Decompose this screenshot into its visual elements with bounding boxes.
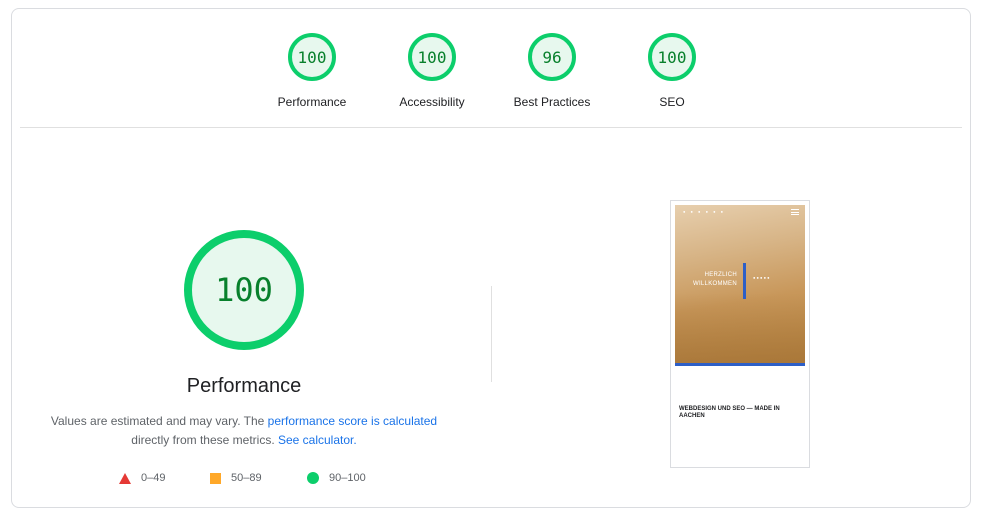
category-label: Accessibility <box>399 95 465 109</box>
see-calculator-link[interactable]: See calculator. <box>278 433 357 447</box>
legend-range: 90–100 <box>329 472 366 484</box>
score-legend: 0–49 50–89 90–100 <box>12 472 472 488</box>
score-gauge: 100 <box>648 33 696 81</box>
hamburger-icon <box>791 209 799 215</box>
circle-icon <box>307 472 319 484</box>
screenshot-heading: WEBDESIGN UND SEO — MADE IN AACHEN <box>679 406 780 419</box>
screenshot-blue-stripe <box>675 363 805 366</box>
category-performance[interactable]: 100 Performance <box>252 33 372 109</box>
category-accessibility[interactable]: 100 Accessibility <box>372 33 492 109</box>
desc-prefix: Values are estimated and may vary. The <box>50 414 268 428</box>
score-gauge: 96 <box>528 33 576 81</box>
dune-graphic <box>675 293 805 363</box>
screenshot-hero-image: ● ● ● ● ● ● HERZLICH WILLKOMMEN ● ● ● ● … <box>675 205 805 363</box>
screenshot-logo: ● ● ● ● ● ● <box>683 209 726 214</box>
category-label: SEO <box>659 95 685 109</box>
screenshot-sublogo: ● ● ● ● ● <box>753 275 770 281</box>
performance-description: Values are estimated and may vary. The p… <box>34 412 454 450</box>
performance-title: Performance <box>186 375 302 397</box>
score-gauge: 100 <box>288 33 336 81</box>
category-best-practices[interactable]: 96 Best Practices <box>492 33 612 109</box>
legend-fail: 0–49 <box>119 472 165 484</box>
score-summary: 100 Performance 100 Accessibility 96 Bes… <box>12 9 970 129</box>
screenshot-greeting: HERZLICH WILLKOMMEN <box>685 271 737 289</box>
category-label: Best Practices <box>513 95 591 109</box>
screenshot-accent-bar <box>743 263 746 299</box>
legend-average: 50–89 <box>210 472 262 484</box>
section-divider <box>20 127 962 128</box>
performance-score-gauge: 100 <box>184 230 304 350</box>
desc-middle: directly from these metrics. <box>131 433 278 447</box>
legend-range: 50–89 <box>231 472 262 484</box>
greeting-line: WILLKOMMEN <box>692 281 737 287</box>
category-label: Performance <box>277 95 347 109</box>
vertical-divider <box>491 286 492 382</box>
legend-range: 0–49 <box>141 472 166 484</box>
greeting-line: HERZLICH <box>704 272 737 278</box>
lighthouse-report: 100 Performance 100 Accessibility 96 Bes… <box>11 8 971 508</box>
triangle-icon <box>119 472 131 484</box>
square-icon <box>210 472 221 484</box>
legend-pass: 90–100 <box>307 472 366 484</box>
score-calculated-link[interactable]: performance score is calculated <box>268 414 437 428</box>
sublogo-line: ● ● ● ● ● <box>753 275 770 280</box>
final-screenshot: ● ● ● ● ● ● HERZLICH WILLKOMMEN ● ● ● ● … <box>670 200 810 468</box>
score-gauge: 100 <box>408 33 456 81</box>
category-seo[interactable]: 100 SEO <box>612 33 732 109</box>
